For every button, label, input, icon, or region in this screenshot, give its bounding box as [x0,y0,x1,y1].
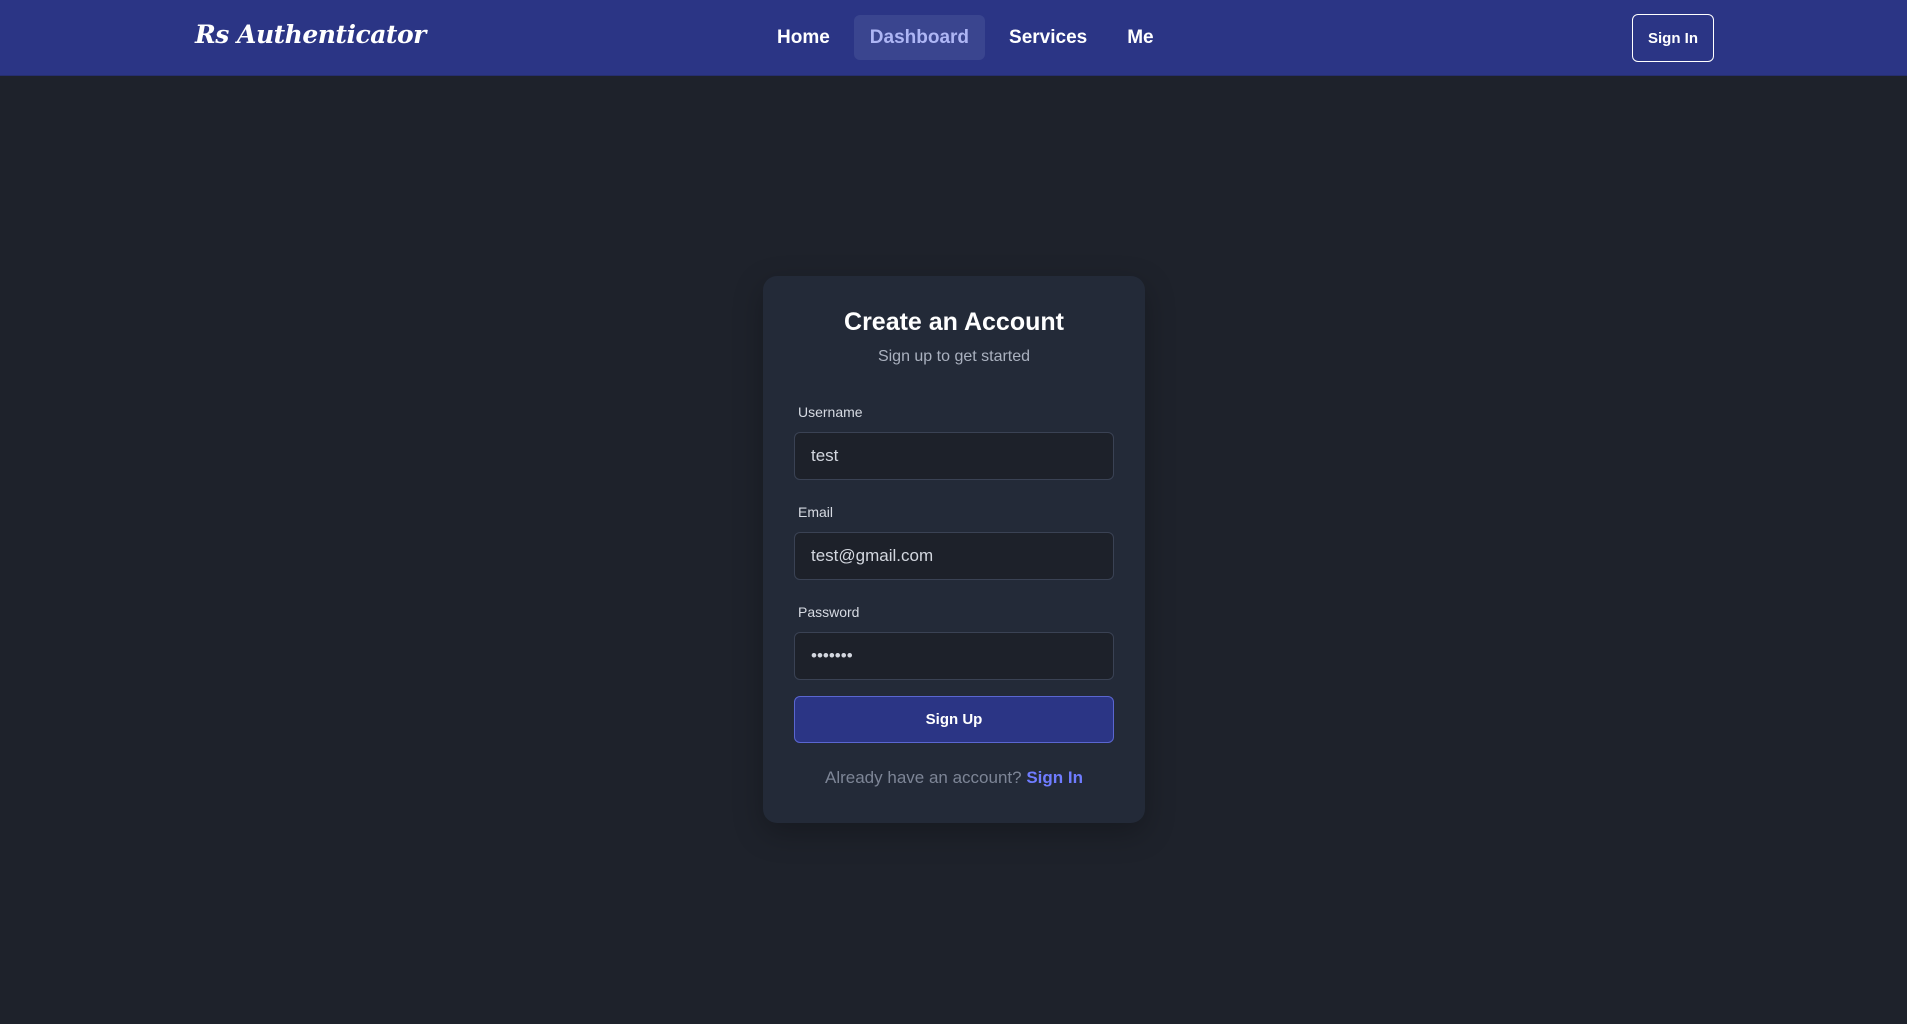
signin-prompt: Already have an account? Sign In [763,768,1145,788]
sign-in-link[interactable]: Sign In [1026,768,1083,787]
form-subtitle: Sign up to get started [877,348,1031,365]
nav-me[interactable]: Me [1111,15,1169,60]
nav-services[interactable]: Services [993,15,1103,60]
brand-logo[interactable]: Rs Authenticator [195,20,426,49]
email-label: Email [798,504,834,520]
navbar-sign-in-button[interactable]: Sign In [1632,14,1714,62]
sign-up-button[interactable]: Sign Up [794,696,1114,743]
top-navbar: Rs Authenticator Home Dashboard Services… [0,0,1907,76]
username-input[interactable] [794,432,1114,480]
nav-home[interactable]: Home [761,15,846,60]
signup-card: Create an Account Sign up to get started… [763,276,1145,823]
username-label: Username [798,404,863,420]
nav-dashboard[interactable]: Dashboard [853,15,986,60]
email-input[interactable] [794,532,1114,580]
password-input[interactable] [794,632,1114,680]
main-nav: Home Dashboard Services Me [761,15,1170,60]
form-title: Create an Account [844,308,1064,336]
password-label: Password [798,604,860,620]
signin-prompt-text: Already have an account? [825,768,1022,787]
